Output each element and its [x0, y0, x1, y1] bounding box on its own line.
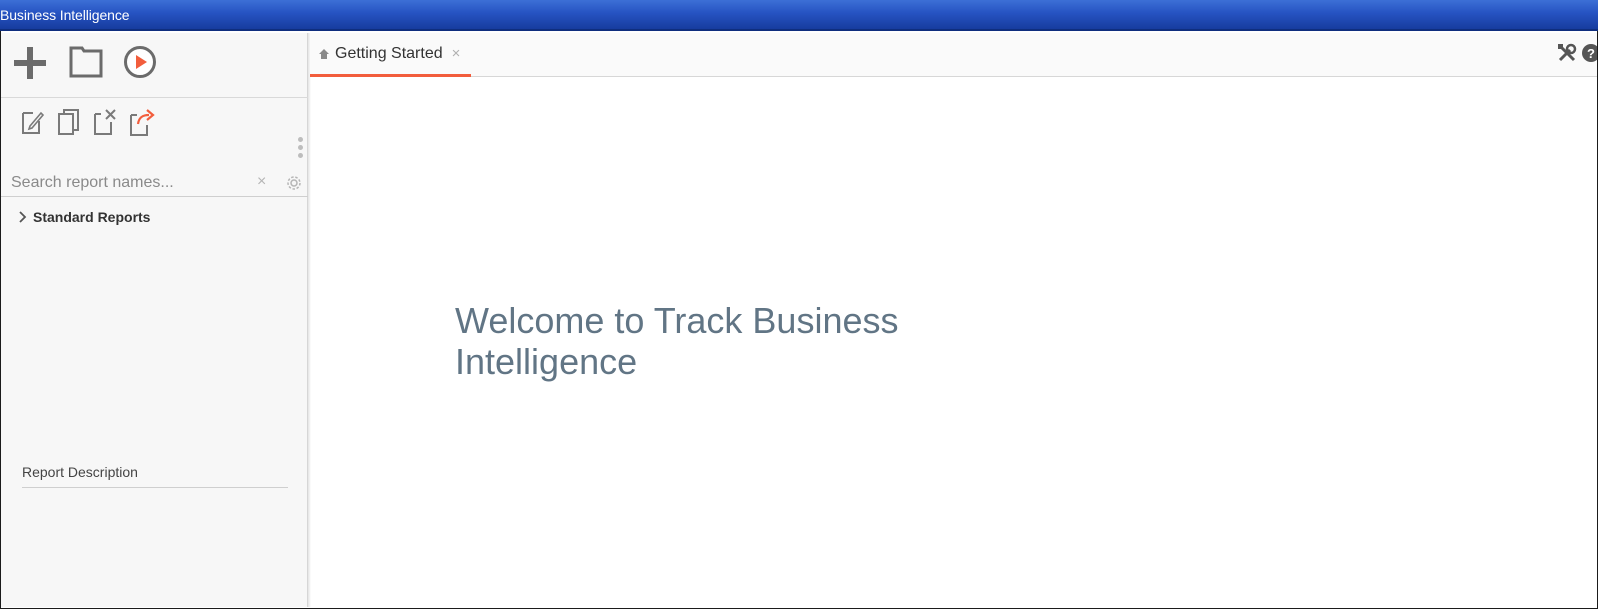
search-settings-icon[interactable] — [286, 175, 302, 196]
tab-getting-started[interactable]: Getting Started × — [310, 33, 471, 77]
tree-item-label: Standard Reports — [33, 209, 151, 225]
sidebar-resize-handle[interactable] — [298, 137, 304, 163]
window-title: Business Intelligence — [0, 7, 130, 23]
help-icon[interactable]: ? — [1581, 43, 1598, 68]
delete-icon[interactable] — [93, 108, 119, 136]
secondary-toolbar — [1, 99, 308, 149]
welcome-line-2: Intelligence — [455, 341, 638, 382]
copy-icon[interactable] — [57, 108, 81, 136]
search-bar: × — [1, 169, 308, 197]
search-clear-icon[interactable]: × — [257, 173, 266, 191]
edit-icon[interactable] — [21, 109, 45, 135]
search-input[interactable] — [11, 171, 251, 195]
primary-toolbar — [1, 33, 308, 98]
home-icon — [319, 48, 329, 59]
tree-item-standard-reports[interactable]: Standard Reports — [17, 206, 150, 228]
close-tab-icon[interactable]: × — [452, 45, 461, 62]
chevron-right-icon[interactable] — [17, 209, 29, 225]
add-icon[interactable] — [13, 46, 47, 80]
tools-icon[interactable] — [1557, 43, 1577, 68]
tab-label: Getting Started — [335, 44, 443, 62]
share-icon[interactable] — [129, 107, 157, 137]
tab-bar: Getting Started × ? — [310, 33, 1598, 77]
title-bar: Business Intelligence — [0, 0, 1598, 31]
tab-bar-actions: ? — [1553, 43, 1598, 68]
svg-text:?: ? — [1587, 46, 1595, 61]
sidebar: × Standard Reports Report Description — [1, 33, 308, 607]
sidebar-divider — [308, 33, 311, 607]
run-icon[interactable] — [123, 45, 157, 79]
welcome-line-1: Welcome to Track Business — [455, 300, 899, 341]
report-description-label: Report Description — [22, 464, 288, 488]
folder-icon[interactable] — [69, 46, 103, 78]
welcome-heading: Welcome to Track Business Intelligence — [455, 300, 935, 382]
